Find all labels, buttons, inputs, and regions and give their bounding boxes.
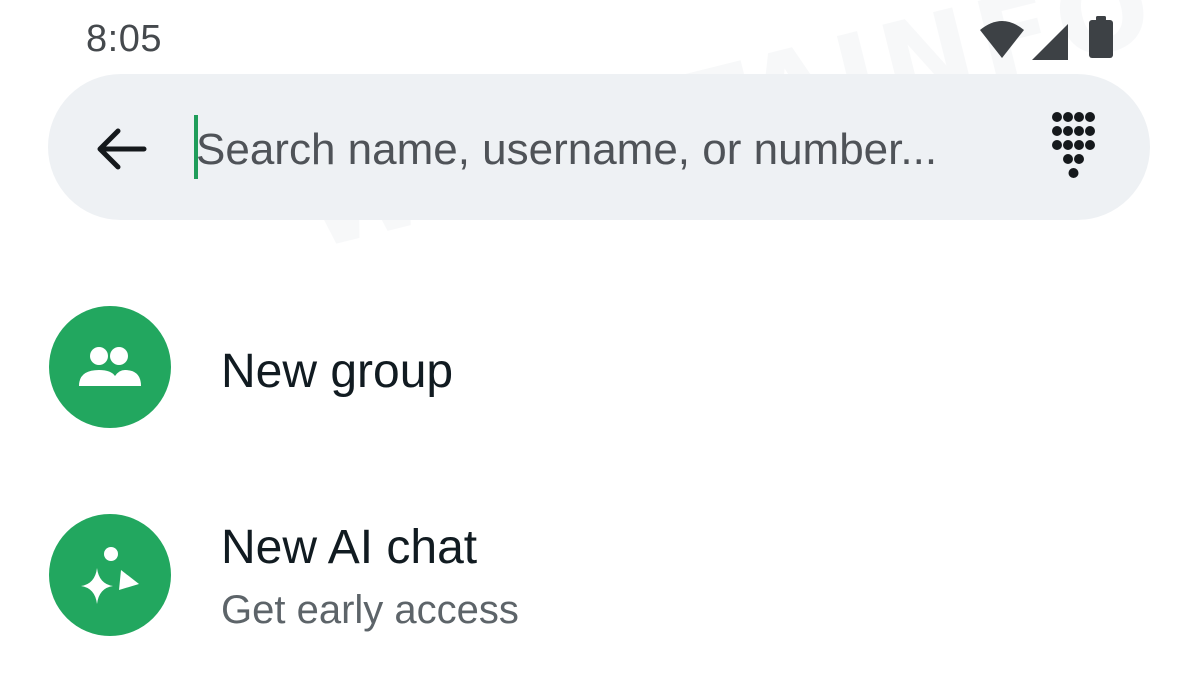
cellular-signal-icon — [1032, 24, 1068, 60]
group-icon — [79, 347, 141, 386]
new-ai-chat-avatar — [49, 514, 171, 636]
new-group-avatar — [49, 306, 171, 428]
ai-sparkle-icon — [81, 547, 139, 604]
new-group-item[interactable]: New group — [0, 300, 1200, 440]
new-ai-chat-subtitle: Get early access — [221, 588, 519, 632]
dialpad-button[interactable] — [1046, 106, 1112, 186]
back-arrow-icon — [97, 128, 147, 170]
battery-icon — [1089, 16, 1113, 58]
dialpad-icon — [1052, 112, 1095, 178]
status-time: 8:05 — [86, 18, 162, 60]
status-icons — [978, 14, 1123, 64]
new-group-title: New group — [221, 345, 454, 398]
new-ai-chat-title: New AI chat — [221, 521, 478, 574]
wifi-icon — [980, 21, 1024, 58]
text-cursor — [194, 115, 198, 179]
back-button[interactable] — [88, 121, 154, 177]
new-ai-chat-item[interactable]: New AI chat Get early access — [0, 506, 1200, 656]
search-input[interactable] — [196, 118, 1016, 182]
